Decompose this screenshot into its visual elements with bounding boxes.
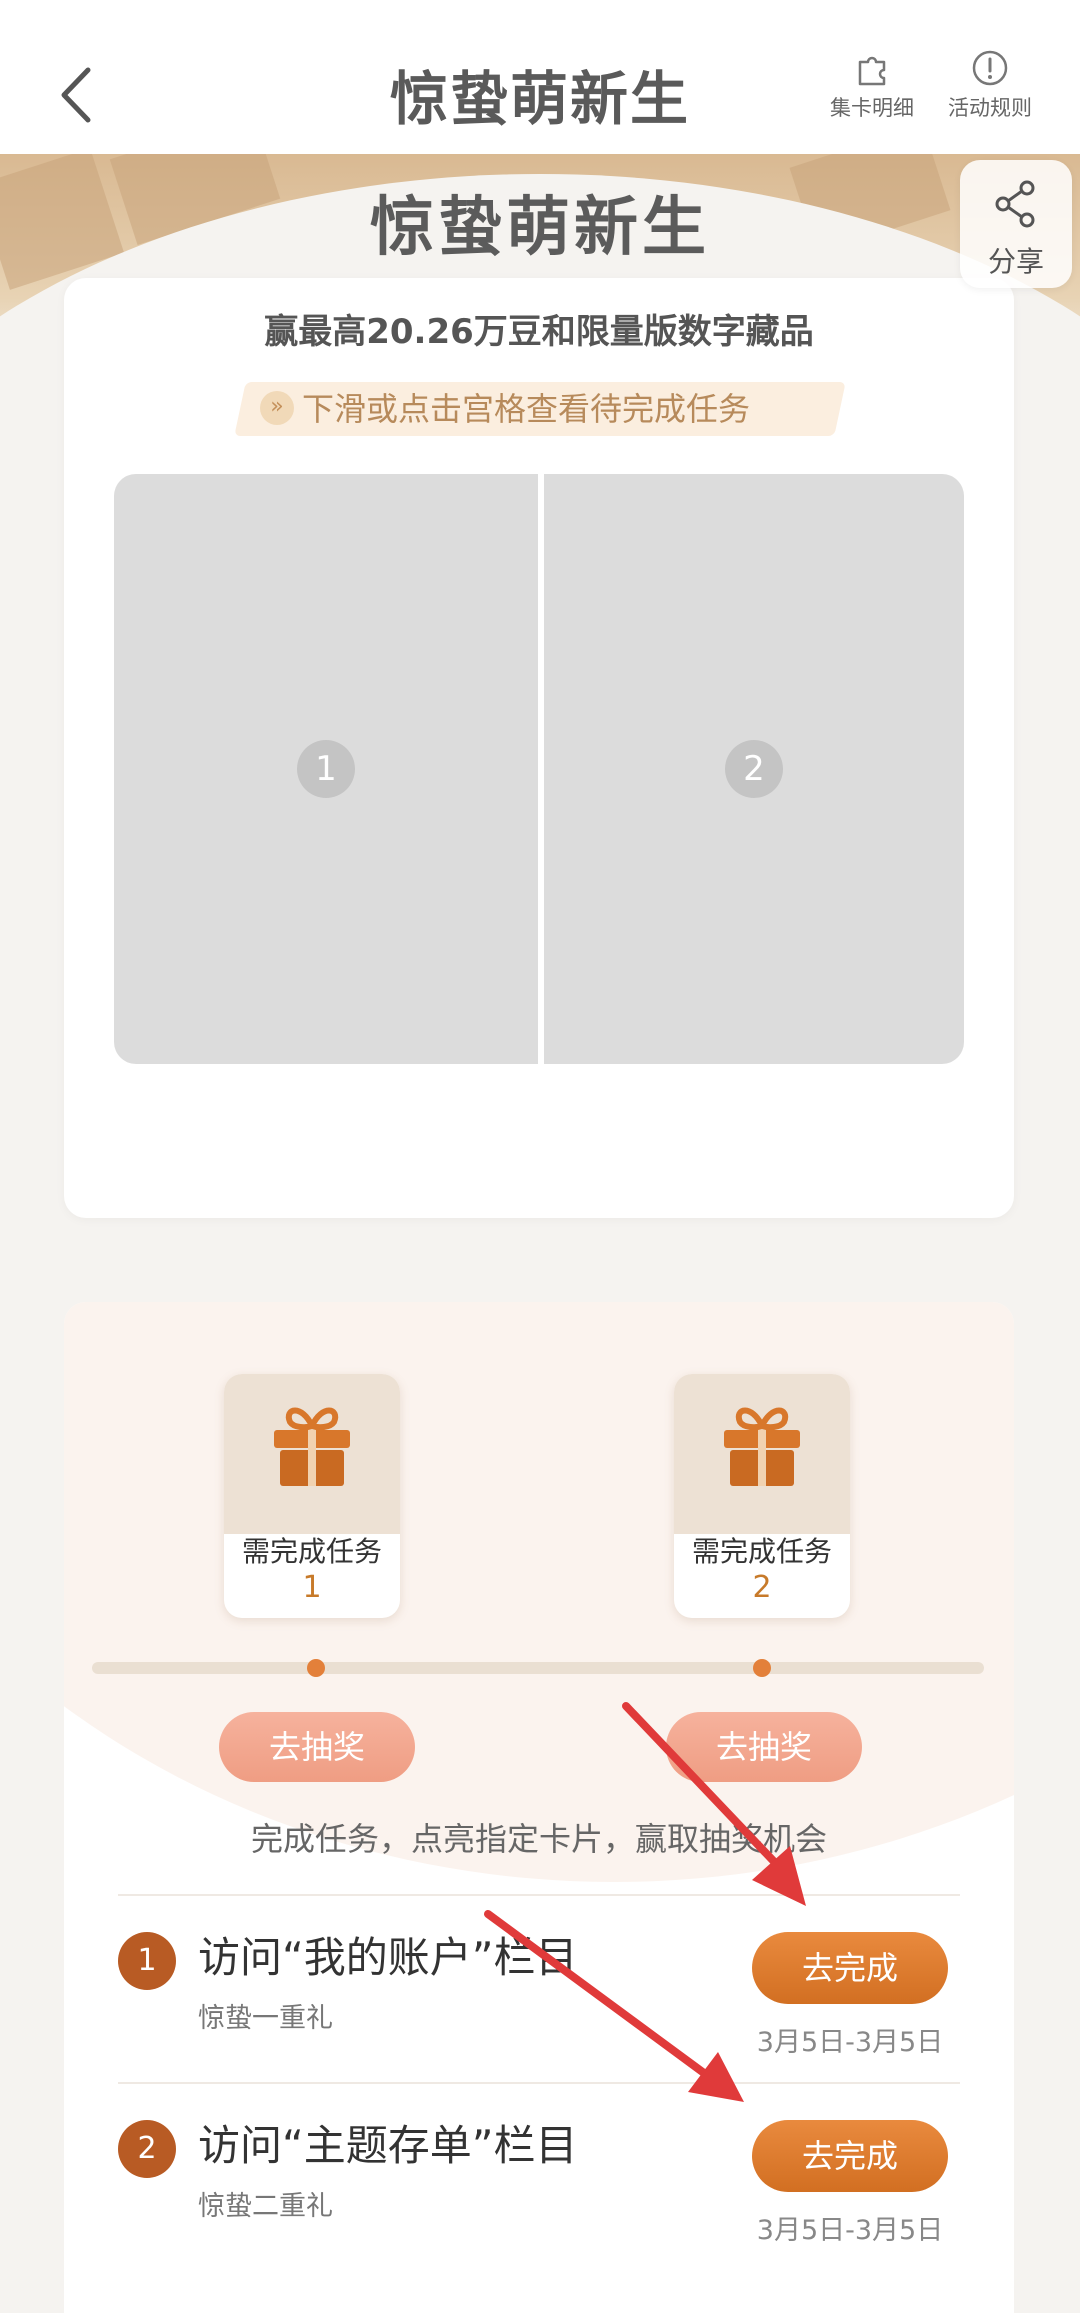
task-number-badge: 2 <box>118 2120 176 2178</box>
reward-need-label: 需完成任务 <box>691 1535 832 1568</box>
share-icon <box>995 180 1035 228</box>
grid-cell-number: 2 <box>725 740 783 798</box>
divider <box>118 1894 960 1896</box>
reward-box-2: 需完成任务 2 <box>674 1374 850 1618</box>
task-title: 访问“主题存单”栏目 <box>198 2121 578 2170</box>
task-date: 3月5日-3月5日 <box>756 2215 944 2246</box>
task-number-badge: 1 <box>118 1932 176 1990</box>
hint-banner: » 下滑或点击宫格查看待完成任务 <box>260 382 750 436</box>
reward-requirement: 需完成任务 1 <box>224 1534 400 1606</box>
info-icon <box>972 50 1008 86</box>
top-nav-bar: 惊蛰萌新生 集卡明细 活动规则 <box>0 0 1080 154</box>
task-date: 3月5日-3月5日 <box>756 2027 944 2058</box>
task-item-2: 2 访问“主题存单”栏目 惊蛰二重礼 去完成 3月5日-3月5日 <box>118 2096 960 2282</box>
task-subtitle: 惊蛰一重礼 <box>198 2003 333 2034</box>
grid-cell-number: 1 <box>297 740 355 798</box>
reward-count: 2 <box>752 1570 772 1605</box>
task-title: 访问“我的账户”栏目 <box>198 1933 578 1982</box>
complete-task-button[interactable]: 去完成 <box>752 2120 948 2192</box>
lottery-button-1[interactable]: 去抽奖 <box>219 1712 415 1782</box>
grid-cell-2[interactable]: 2 <box>544 474 964 1064</box>
puzzle-icon <box>858 56 886 86</box>
divider <box>118 2082 960 2084</box>
reward-requirement: 需完成任务 2 <box>674 1534 850 1606</box>
double-chevron-down-icon: » <box>260 391 294 425</box>
lottery-button-2[interactable]: 去抽奖 <box>666 1712 862 1782</box>
gift-icon <box>274 1407 350 1486</box>
card-grid-panel: 赢最高20.26万豆和限量版数字藏品 » 下滑或点击宫格查看待完成任务 1 2 <box>64 278 1014 1218</box>
task-description: 完成任务，点亮指定卡片，赢取抽奖机会 <box>250 1820 827 1858</box>
rules-label: 活动规则 <box>948 96 1032 120</box>
hero-title: 惊蛰萌新生 <box>370 191 710 265</box>
complete-task-button[interactable]: 去完成 <box>752 1932 948 2004</box>
task-panel: 需完成任务 1 需完成任务 2 去抽奖 去抽奖 完成任务，点亮指定卡片，赢取抽奖… <box>64 1302 1014 2313</box>
share-button[interactable]: 分享 <box>960 160 1072 288</box>
prize-subtitle: 赢最高20.26万豆和限量版数字藏品 <box>264 312 814 352</box>
share-label: 分享 <box>987 245 1044 278</box>
task-item-1: 1 访问“我的账户”栏目 惊蛰一重礼 去完成 3月5日-3月5日 <box>118 1908 960 2094</box>
progress-dot-1 <box>307 1659 325 1677</box>
progress-dot-2 <box>753 1659 771 1677</box>
hint-text: 下滑或点击宫格查看待完成任务 <box>302 390 751 428</box>
rules-button[interactable]: 活动规则 <box>920 48 1060 122</box>
reward-box-1: 需完成任务 1 <box>224 1374 400 1618</box>
reward-count: 1 <box>302 1570 322 1605</box>
task-subtitle: 惊蛰二重礼 <box>198 2191 333 2222</box>
gift-icon <box>724 1407 800 1486</box>
reward-need-label: 需完成任务 <box>241 1535 382 1568</box>
grid-cell-1[interactable]: 1 <box>114 474 538 1064</box>
progress-track <box>92 1662 984 1674</box>
